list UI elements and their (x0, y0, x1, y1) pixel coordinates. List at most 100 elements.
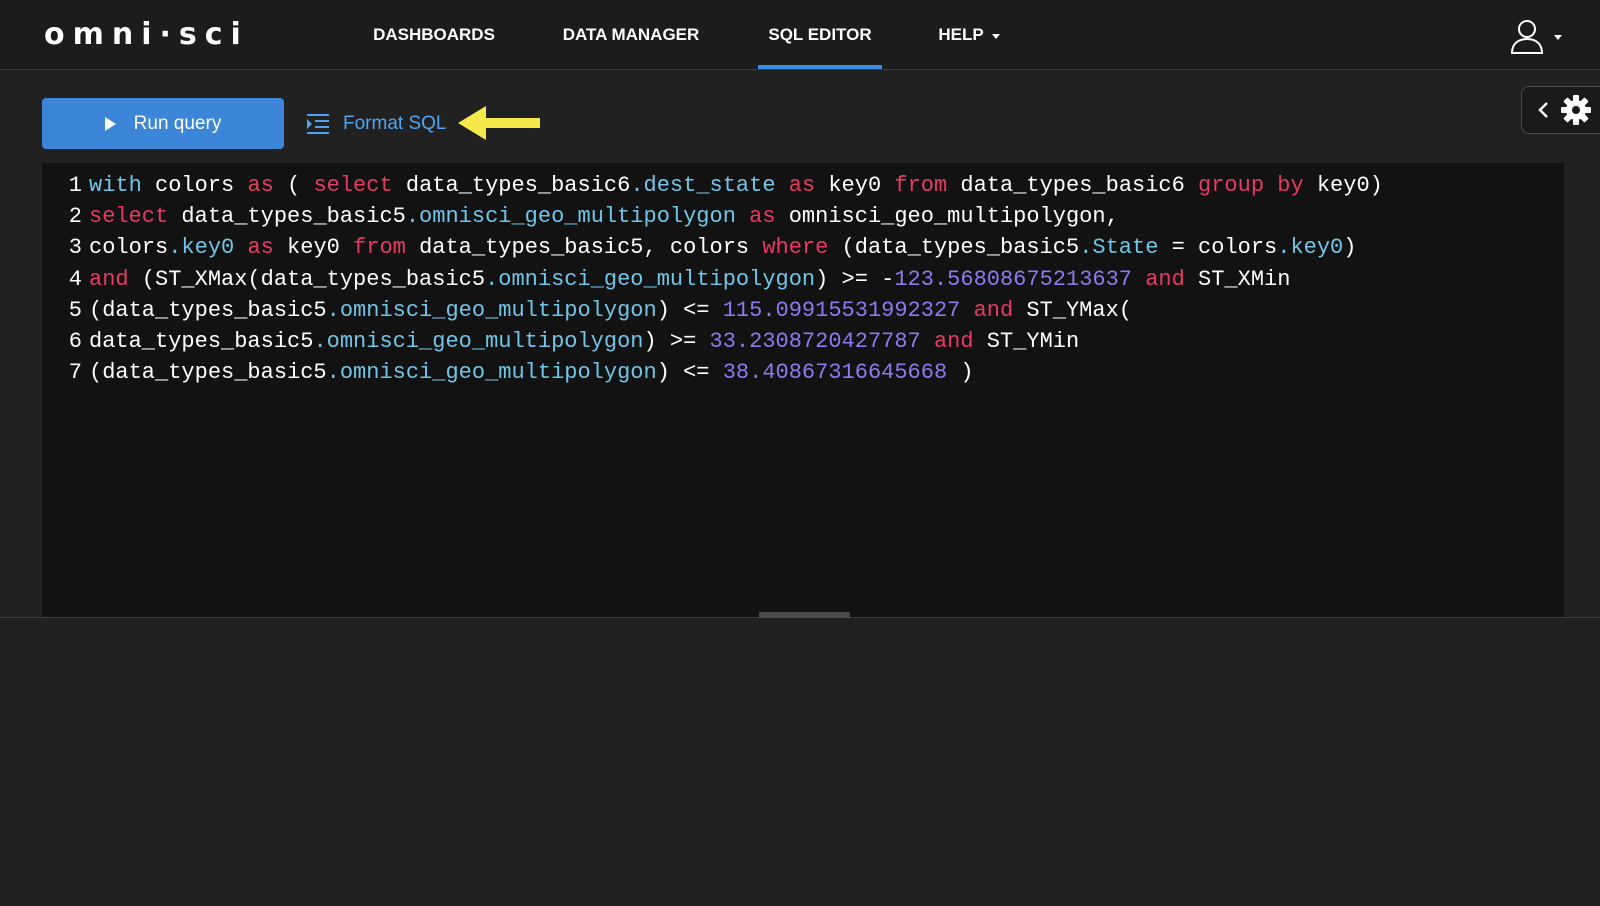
code-token: ) <= (656, 297, 723, 323)
code-token: data_types_basic5, colors (405, 235, 763, 261)
code-line: 5 (data_types_basic5 .omnisci_geo_multipol… (42, 295, 1132, 326)
code-token: 33.2308720427787 (709, 329, 921, 354)
code-token: ) (947, 360, 974, 386)
code-token: as (247, 235, 274, 261)
run-query-button[interactable]: Run query (42, 98, 284, 149)
code-token: 115.09915531992327 (722, 297, 961, 323)
chevron-down-icon (991, 33, 1000, 39)
code-token: omnisci_geo_multipolygon, (775, 204, 1119, 230)
code-line: 1 with colors as ( select data_types_basi… (42, 170, 1383, 201)
code-token: .key0 (1277, 235, 1344, 261)
code-line: 7 (data_types_basic5 .omnisci_geo_multipol… (42, 357, 974, 388)
code-token: with (89, 173, 142, 198)
top-navigation-bar: omni·sci DASHBOARDS DATA MANAGER SQL EDI… (0, 0, 1600, 70)
omnisci-logo[interactable]: omni·sci (44, 16, 249, 52)
user-menu[interactable] (1508, 16, 1568, 56)
nav-help[interactable]: HELP (924, 0, 1014, 70)
code-token: ) >= (643, 329, 710, 354)
nav-sql-editor[interactable]: SQL EDITOR (758, 0, 882, 70)
code-token: select (89, 204, 169, 230)
code-token: (data_types_basic5 (89, 297, 327, 323)
code-line: 6 data_types_basic5 .omnisci_geo_multipoly… (42, 326, 1079, 357)
code-token: = colors (1158, 235, 1278, 261)
code-token: colors (141, 173, 248, 198)
code-line: 2 select data_types_basic5 .omnisci_geo_mu… (42, 201, 1119, 232)
user-icon (1508, 17, 1546, 55)
format-sql-label: Format SQL (343, 113, 447, 134)
nav-data-manager-label: DATA MANAGER (562, 25, 700, 44)
code-token: .key0 (168, 235, 235, 261)
nav-sql-editor-label: SQL EDITOR (768, 25, 872, 44)
code-line: 4 and (ST_XMax(data_types_basic5 .omnisci_… (42, 264, 1291, 295)
code-token: and (933, 329, 974, 354)
code-token: (ST_XMax(data_types_basic5 (128, 266, 486, 292)
code-token: by (1277, 173, 1304, 198)
code-token: data_types_basic5 (168, 204, 406, 230)
code-token: and (973, 297, 1014, 323)
line-number: 5 (68, 297, 82, 323)
format-sql-button[interactable]: Format SQL (307, 104, 446, 144)
code-token: ) (1343, 235, 1357, 261)
code-token: as (749, 204, 776, 230)
code-token: .omnisci_geo_multipolygon (405, 204, 736, 230)
code-token: 123.56808675213637 (894, 266, 1132, 292)
code-token: ST_YMin (973, 329, 1080, 354)
code-token: colors (89, 235, 169, 261)
code-token: ( (273, 173, 314, 198)
code-token: data_types_basic5 (89, 329, 314, 354)
code-token: where (762, 235, 829, 261)
code-token: data_types_basic6 (392, 173, 631, 198)
line-number: 4 (68, 266, 82, 292)
line-number: 2 (68, 204, 82, 230)
code-token: key0 (273, 235, 354, 261)
code-token: as (247, 173, 274, 198)
code-line: 3 colors .key0 as key0 from data_types_bas… (42, 232, 1357, 263)
sql-editor[interactable]: 1 with colors as ( select data_types_basi… (42, 163, 1564, 617)
code-token: ) >= - (815, 266, 895, 292)
nav-data-manager[interactable]: DATA MANAGER (546, 0, 716, 70)
code-token: from (353, 235, 406, 261)
code-token: ) <= (656, 360, 723, 386)
line-number: 3 (68, 235, 82, 261)
code-token: (data_types_basic5 (828, 235, 1080, 261)
code-token: and (1145, 266, 1185, 292)
code-token: group (1198, 173, 1265, 198)
code-token: ST_XMin (1184, 266, 1291, 292)
play-icon (104, 116, 116, 131)
line-number: 1 (68, 173, 82, 198)
code-token: select (313, 173, 393, 198)
nav-help-label: HELP (938, 25, 984, 44)
code-token: .dest_state (630, 173, 776, 198)
active-tab-indicator (758, 65, 882, 69)
code-token: from (894, 173, 948, 198)
code-token: ST_YMax( (1013, 297, 1132, 323)
code-token: data_types_basic6 (947, 173, 1199, 198)
chevron-left-icon[interactable] (1536, 100, 1550, 120)
nav-dashboards-label: DASHBOARDS (373, 25, 495, 44)
side-panel-toggle (1521, 86, 1600, 134)
code-token: .omnisci_geo_multipolygon (485, 266, 816, 292)
nav-dashboards[interactable]: DASHBOARDS (354, 0, 514, 70)
line-number: 6 (68, 329, 82, 354)
yellow-arrow-icon (458, 103, 542, 148)
code-token: key0 (815, 173, 895, 198)
logo-text: omni·sci (44, 16, 249, 52)
code-token: and (89, 266, 129, 292)
run-query-label: Run query (133, 112, 222, 134)
code-token: as (788, 173, 816, 198)
gear-icon[interactable] (1560, 94, 1592, 126)
format-indent-icon (307, 114, 329, 134)
code-token: .State (1079, 235, 1159, 261)
results-pane (0, 618, 1600, 906)
code-token: .omnisci_geo_multipolygon (326, 297, 657, 323)
code-token: .omnisci_geo_multipolygon (313, 329, 644, 354)
code-token: key0) (1303, 173, 1383, 198)
chevron-down-icon (1554, 34, 1562, 40)
